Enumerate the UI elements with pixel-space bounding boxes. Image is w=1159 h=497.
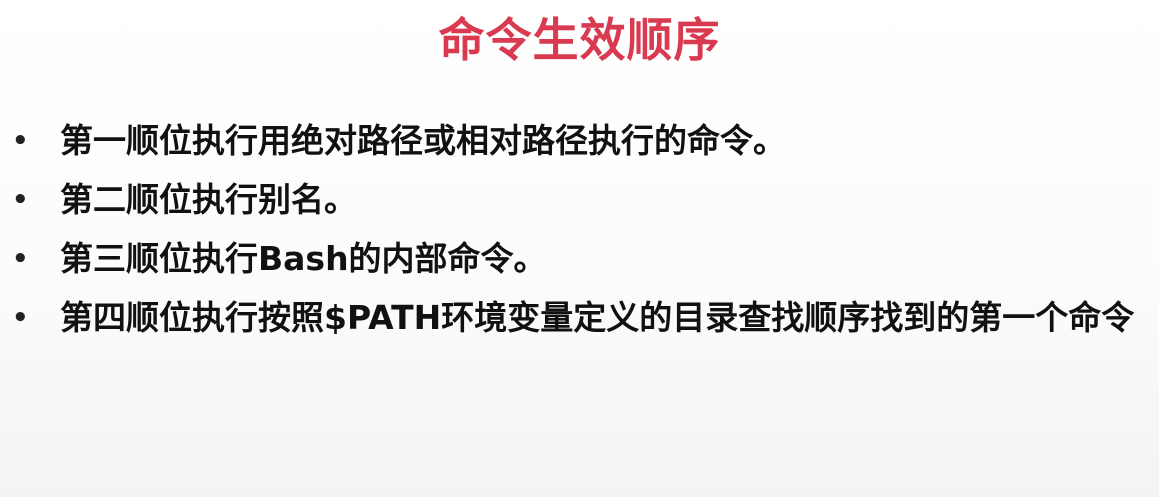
bullet-text-1: 第一顺位执行用绝对路径或相对路径执行的命令。 [60,121,786,160]
bullet-text-4: 第四顺位执行按照$PATH环境变量定义的目录查找顺序找到的第一个命令 [60,298,1135,337]
bullet-dot-icon: • [12,126,29,156]
bullet-dot-icon: • [12,303,29,333]
slide: 命令生效顺序 • 第一顺位执行用绝对路径或相对路径执行的命令。 • 第二顺位执行… [0,0,1159,497]
slide-title: 命令生效顺序 [438,13,721,67]
bullet-dot-icon: • [12,244,29,274]
bullet-text-2: 第二顺位执行别名。 [60,180,357,219]
bullet-item-3: • 第三顺位执行Bash的内部命令。 [0,236,1159,282]
bullet-item-1: • 第一顺位执行用绝对路径或相对路径执行的命令。 [0,118,1159,164]
bullet-item-4: • 第四顺位执行按照$PATH环境变量定义的目录查找顺序找到的第一个命令 [0,295,1159,341]
bullet-text-3: 第三顺位执行Bash的内部命令。 [60,239,547,278]
bullet-dot-icon: • [12,185,29,215]
bullet-list: • 第一顺位执行用绝对路径或相对路径执行的命令。 • 第二顺位执行别名。 • 第… [0,118,1159,354]
bullet-item-2: • 第二顺位执行别名。 [0,177,1159,223]
